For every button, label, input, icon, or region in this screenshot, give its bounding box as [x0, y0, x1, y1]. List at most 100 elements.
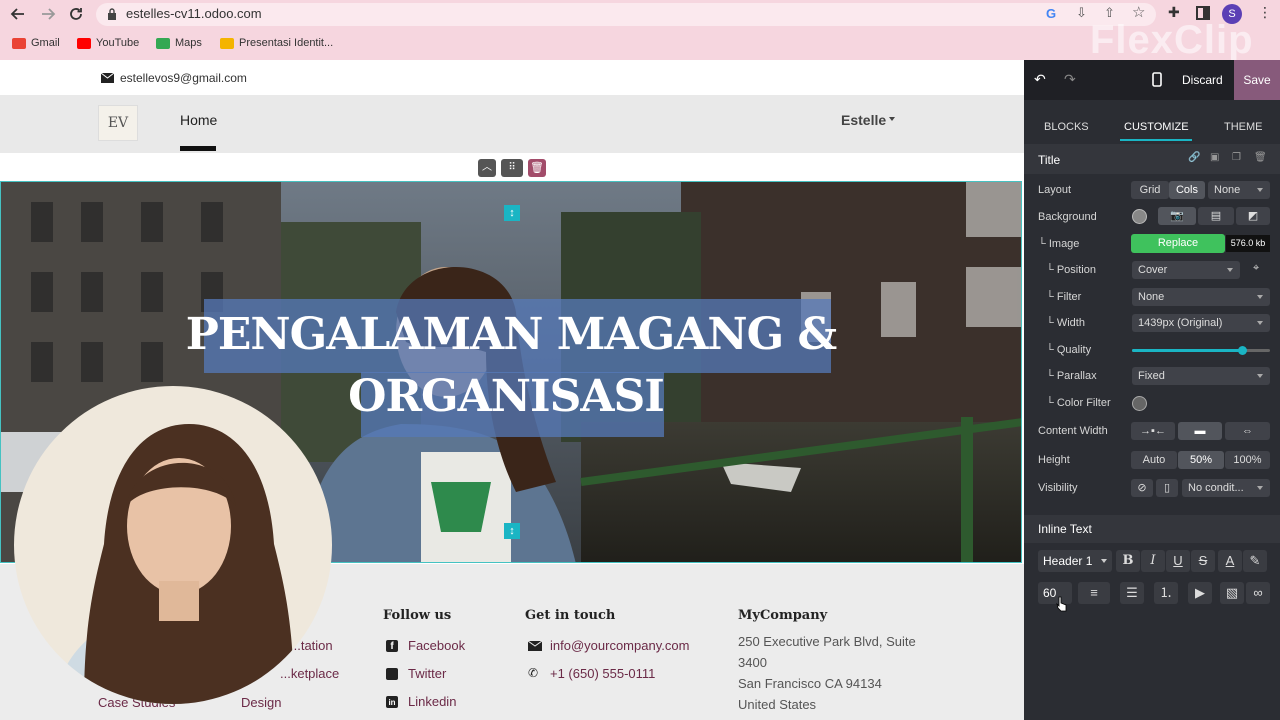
width-select[interactable]: 1439px (Original) [1132, 314, 1270, 332]
image-label: └ Image [1038, 238, 1080, 250]
undo-icon[interactable]: ↶ [1034, 71, 1046, 88]
watermark: FlexClip [1090, 18, 1254, 62]
image-insert-icon[interactable]: ▧ [1220, 582, 1244, 604]
parallax-label: └ Parallax [1046, 370, 1097, 382]
footer-link-design[interactable]: Design [241, 695, 281, 710]
google-icon[interactable]: G [1046, 6, 1056, 21]
company-address: 250 Executive Park Blvd, Suite 3400 San … [738, 634, 916, 712]
height-50-button[interactable]: 50% [1178, 451, 1224, 469]
delete-block-icon[interactable]: 🗑 [528, 159, 546, 177]
strikethrough-icon[interactable]: S [1191, 550, 1215, 572]
bookmark-maps[interactable]: Maps [156, 37, 202, 49]
quality-slider[interactable] [1132, 346, 1270, 355]
hero-title-line-2: ORGANISASI [348, 371, 665, 422]
gradient-icon[interactable]: ◩ [1236, 207, 1270, 225]
presenter-video [54, 424, 294, 704]
color-filter-swatch[interactable] [1132, 396, 1147, 411]
footer-link[interactable]: ...ketplace [280, 666, 339, 681]
media-play-icon[interactable]: ▶ [1188, 582, 1212, 604]
filter-select[interactable]: None [1132, 288, 1270, 306]
resize-handle-top-icon[interactable]: ↕ [504, 205, 520, 221]
font-color-icon[interactable]: A [1218, 550, 1242, 572]
touch-heading: Get in touch [525, 608, 616, 623]
link-icon[interactable]: 🔗 [1188, 152, 1200, 163]
italic-icon[interactable]: I [1141, 550, 1165, 572]
bold-icon[interactable]: B [1116, 550, 1140, 572]
linkedin-link[interactable]: Linkedin [408, 694, 456, 709]
save-button[interactable]: Save [1234, 60, 1280, 100]
twitter-link[interactable]: Twitter [408, 666, 446, 681]
linkedin-icon: in [386, 696, 398, 708]
forward-arrow-icon[interactable] [40, 6, 56, 22]
position-label: └ Position [1046, 264, 1096, 276]
image-size-badge: 576.0 kb [1226, 235, 1270, 252]
quality-slider-knob[interactable] [1238, 346, 1248, 355]
slides-icon [220, 37, 234, 49]
hero-title[interactable]: PENGALAMAN MAGANG & ORGANISASI [181, 304, 841, 428]
replace-image-button[interactable]: Replace [1131, 234, 1225, 253]
redo-icon[interactable]: ↷ [1064, 71, 1076, 88]
reload-icon[interactable] [68, 6, 84, 22]
content-width-small-icon[interactable]: →▪← [1131, 422, 1175, 440]
browser-chrome: estelles-cv11.odoo.com G ⇩ ⇧ ☆ ✚ S ⋮ Gma… [0, 0, 1280, 60]
align-icon[interactable]: ≡ [1078, 582, 1110, 604]
underline-icon[interactable]: U [1166, 550, 1190, 572]
facebook-link[interactable]: Facebook [408, 638, 465, 653]
numbered-list-icon[interactable]: ⒈ [1154, 582, 1178, 604]
mobile-preview-icon[interactable] [1152, 72, 1162, 87]
content-width-regular-icon[interactable]: ▬ [1178, 422, 1222, 440]
user-menu-caret-icon [889, 117, 895, 121]
layout-label: Layout [1038, 184, 1072, 196]
visibility-select[interactable]: No condit... [1182, 479, 1270, 497]
height-auto-button[interactable]: Auto [1131, 451, 1177, 469]
hide-desktop-icon[interactable]: ⊘ [1131, 479, 1153, 497]
duplicate-icon[interactable]: ❐ [1232, 152, 1241, 163]
nav-home[interactable]: Home [180, 112, 217, 128]
tab-blocks[interactable]: BLOCKS [1044, 121, 1089, 133]
site-logo[interactable]: EV [98, 105, 138, 141]
header-style-select[interactable]: Header 1 [1038, 550, 1112, 572]
layout-grid-button[interactable]: Grid [1131, 181, 1169, 199]
bookmark-gmail[interactable]: Gmail [12, 37, 60, 49]
footer-email[interactable]: info@yourcompany.com [550, 638, 689, 653]
twitter-icon [386, 668, 398, 680]
company-heading: MyCompany [738, 608, 828, 623]
install-icon[interactable]: ⇩ [1076, 5, 1087, 21]
tab-customize[interactable]: CUSTOMIZE [1124, 121, 1189, 133]
content-width-full-icon[interactable]: ⇔ [1225, 422, 1270, 440]
layout-select[interactable]: None [1208, 181, 1270, 199]
user-menu[interactable]: Estelle [841, 112, 886, 128]
bullet-list-icon[interactable]: ☰ [1120, 582, 1144, 604]
video-icon[interactable]: ▤ [1198, 207, 1234, 225]
height-100-button[interactable]: 100% [1225, 451, 1270, 469]
save-snippet-icon[interactable]: ▣ [1210, 152, 1219, 163]
crosshair-icon[interactable]: ⌖ [1253, 262, 1259, 275]
background-color-swatch[interactable] [1132, 209, 1147, 224]
parallax-select[interactable]: Fixed [1132, 367, 1270, 385]
maps-icon [156, 37, 170, 49]
facebook-icon: f [386, 640, 398, 652]
brush-icon[interactable]: ✎ [1243, 550, 1267, 572]
drag-handle-icon[interactable]: ⠿ [501, 159, 523, 177]
quality-slider-fill [1132, 349, 1243, 352]
hide-mobile-icon[interactable]: ▯ [1156, 479, 1178, 497]
discard-button[interactable]: Discard [1182, 73, 1223, 87]
footer-phone[interactable]: +1 (650) 555-0111 [550, 666, 655, 681]
menu-icon[interactable]: ⋮ [1258, 4, 1272, 21]
trash-icon[interactable]: 🗑 [1254, 152, 1267, 163]
content-width-label: Content Width [1038, 425, 1108, 437]
resize-handle-bottom-icon[interactable]: ↕ [504, 523, 520, 539]
camera-icon[interactable]: 📷 [1158, 207, 1196, 225]
bookmark-presentasi[interactable]: Presentasi Identit... [220, 37, 333, 49]
inline-text-title: Inline Text [1038, 522, 1092, 536]
move-up-icon[interactable]: ︿ [478, 159, 496, 177]
bookmark-youtube[interactable]: YouTube [77, 37, 139, 49]
envelope-icon [528, 641, 542, 651]
position-select[interactable]: Cover [1132, 261, 1240, 279]
quality-label: └ Quality [1046, 344, 1092, 356]
link-insert-icon[interactable]: ∞ [1246, 582, 1270, 604]
back-arrow-icon[interactable] [10, 6, 26, 22]
tab-theme[interactable]: THEME [1224, 121, 1263, 133]
width-label: └ Width [1046, 317, 1085, 329]
layout-cols-button[interactable]: Cols [1169, 181, 1205, 199]
